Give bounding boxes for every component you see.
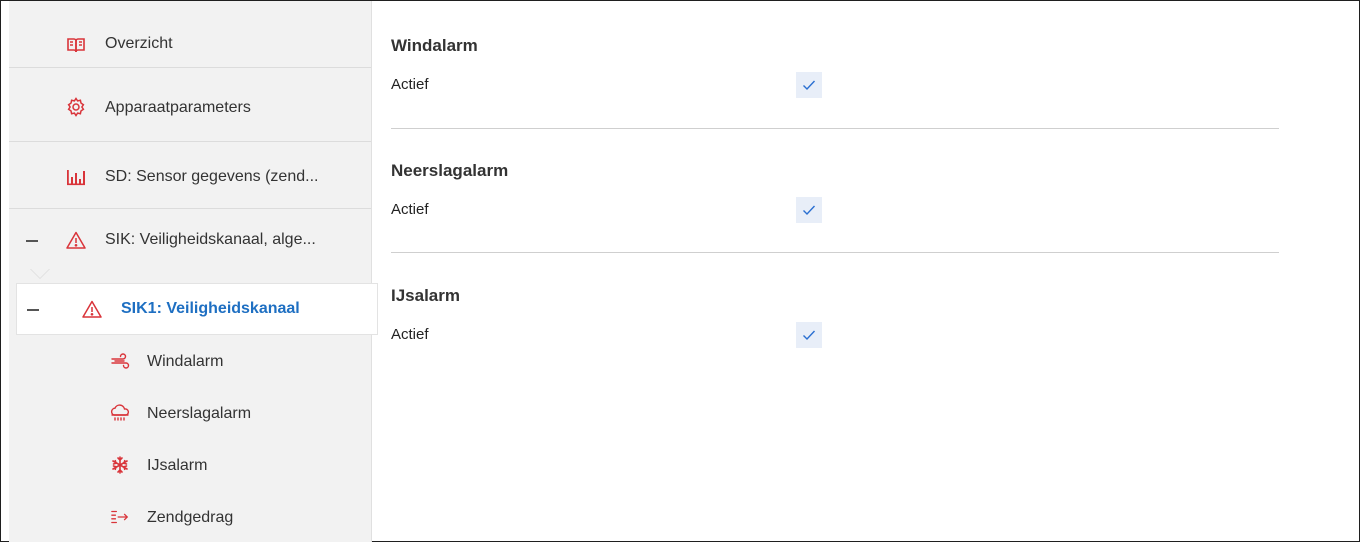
field-label: Actief xyxy=(391,326,429,343)
snowflake-icon xyxy=(110,455,130,475)
sidebar-item-label: Apparaatparameters xyxy=(105,99,251,116)
send-list-icon xyxy=(110,507,130,527)
section-title: Neerslagalarm xyxy=(391,161,509,180)
section-title: IJsalarm xyxy=(391,286,460,305)
warning-icon xyxy=(82,299,102,319)
collapse-icon[interactable] xyxy=(26,240,38,242)
actief-checkbox[interactable] xyxy=(796,322,822,348)
sidebar: Overzicht Apparaatparameters SD: Sensor … xyxy=(9,1,378,543)
section-divider xyxy=(391,252,1279,253)
check-icon xyxy=(803,80,816,91)
sidebar-item-label: Overzicht xyxy=(105,35,173,52)
bar-chart-icon xyxy=(66,167,86,187)
warning-icon xyxy=(66,230,86,250)
main-content: Windalarm Actief Neerslagalarm Actief IJ… xyxy=(372,0,1358,540)
sidebar-item-windalarm[interactable]: Windalarm xyxy=(9,335,371,387)
check-icon xyxy=(803,330,816,341)
rain-cloud-icon xyxy=(110,403,130,423)
sidebar-item-neerslagalarm[interactable]: Neerslagalarm xyxy=(9,387,371,439)
tree-pointer-fill xyxy=(31,269,49,278)
sidebar-item-overzicht[interactable]: Overzicht xyxy=(9,1,371,68)
book-icon xyxy=(66,35,86,55)
gear-icon xyxy=(66,97,86,117)
sidebar-item-apparaatparameters[interactable]: Apparaatparameters xyxy=(9,75,371,142)
sidebar-item-sik[interactable]: SIK: Veiligheidskanaal, alge... xyxy=(9,209,371,275)
section-divider xyxy=(391,128,1279,129)
sidebar-item-label: Neerslagalarm xyxy=(147,405,252,422)
sidebar-item-sensor-gegevens[interactable]: SD: Sensor gegevens (zend... xyxy=(9,142,371,209)
section-title: Windalarm xyxy=(391,36,478,55)
field-label: Actief xyxy=(391,76,429,93)
sidebar-item-zendgedrag[interactable]: Zendgedrag xyxy=(9,491,371,543)
sidebar-item-label: SD: Sensor gegevens (zend... xyxy=(105,168,319,185)
actief-checkbox[interactable] xyxy=(796,72,822,98)
sidebar-item-ijsalarm[interactable]: IJsalarm xyxy=(9,439,371,491)
field-label: Actief xyxy=(391,201,429,218)
sidebar-item-label: SIK1: Veiligheidskanaal xyxy=(121,300,300,317)
sidebar-item-label: SIK: Veiligheidskanaal, alge... xyxy=(105,231,316,248)
actief-checkbox[interactable] xyxy=(796,197,822,223)
check-icon xyxy=(803,205,816,216)
collapse-icon[interactable] xyxy=(27,309,39,311)
wind-icon xyxy=(110,351,130,371)
sidebar-item-label: IJsalarm xyxy=(147,457,208,474)
sidebar-item-label: Zendgedrag xyxy=(147,509,234,526)
sidebar-item-sik1[interactable]: SIK1: Veiligheidskanaal xyxy=(16,283,378,335)
sidebar-item-label: Windalarm xyxy=(147,353,224,370)
